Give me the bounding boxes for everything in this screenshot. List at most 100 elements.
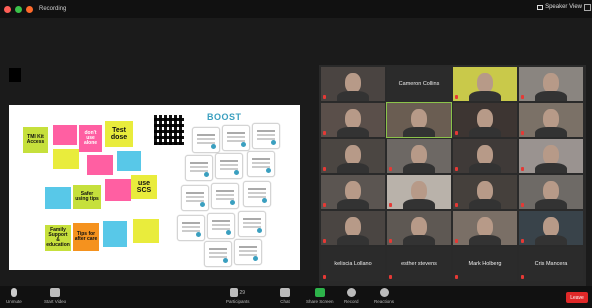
muted-mic-icon <box>389 167 392 171</box>
participant-face <box>543 73 559 93</box>
participant-body <box>469 127 501 137</box>
participant-body <box>469 199 501 209</box>
start-video-button[interactable]: Start Video <box>44 288 66 304</box>
record-icon <box>346 288 356 297</box>
muted-mic-icon <box>521 131 524 135</box>
participant-body <box>403 199 435 209</box>
sticky-note: Family Support & education <box>45 225 71 251</box>
chat-label: Chat <box>280 299 290 304</box>
sticky-note <box>53 125 77 145</box>
info-card <box>177 215 205 241</box>
participants-button[interactable]: 29 Participants <box>226 288 250 304</box>
participant-body <box>403 127 435 137</box>
sticky-note <box>45 187 71 209</box>
participant-body <box>469 163 501 173</box>
info-card <box>222 125 250 151</box>
participant-tile[interactable] <box>519 139 583 173</box>
participant-body <box>337 163 369 173</box>
participant-tile[interactable] <box>453 103 517 137</box>
muted-mic-icon <box>323 131 326 135</box>
reactions-button[interactable]: Reactions <box>374 288 394 304</box>
participant-tile[interactable] <box>453 139 517 173</box>
muted-mic-icon <box>455 275 458 279</box>
participant-tile[interactable] <box>387 211 451 245</box>
participant-body <box>469 235 501 245</box>
participant-tile[interactable] <box>453 211 517 245</box>
info-card <box>252 123 280 149</box>
start-video-label: Start Video <box>44 299 67 304</box>
participant-tile[interactable]: keliscia Lollano <box>321 247 385 281</box>
reactions-label: Reactions <box>374 299 395 304</box>
video-tile-blank[interactable] <box>9 68 21 82</box>
fullscreen-icon[interactable] <box>584 4 591 11</box>
participants-label: Participants <box>226 299 250 304</box>
info-card <box>211 183 239 209</box>
participant-tile[interactable] <box>387 139 451 173</box>
muted-mic-icon <box>455 239 458 243</box>
chat-bubble-icon <box>280 288 290 297</box>
participant-body <box>535 163 567 173</box>
unmute-button[interactable]: Unmute <box>6 288 22 304</box>
participant-tile[interactable] <box>453 175 517 209</box>
info-card <box>234 239 262 265</box>
chat-button[interactable]: Chat <box>280 288 290 304</box>
video-camera-icon <box>50 288 61 297</box>
participant-tile-active-speaker[interactable] <box>386 102 452 138</box>
sticky-note <box>53 149 79 169</box>
speaker-view-label: Speaker View <box>545 4 582 10</box>
record-button[interactable]: Record <box>344 288 359 304</box>
participant-tile[interactable] <box>519 175 583 209</box>
participant-tile[interactable]: Cameron Collins <box>387 67 451 101</box>
participant-tile[interactable] <box>321 103 385 137</box>
gallery-view: Cameron Collins keliscia Lollano esther … <box>319 65 586 289</box>
unmute-label: Unmute <box>6 299 22 304</box>
participant-face <box>411 109 427 129</box>
close-window-icon[interactable] <box>4 5 11 13</box>
participants-count: 29 <box>239 289 246 296</box>
participant-body <box>337 199 369 209</box>
participant-tile[interactable] <box>519 103 583 137</box>
participant-face <box>345 109 361 129</box>
participant-body <box>535 235 567 245</box>
participant-face <box>543 181 559 201</box>
participant-body <box>535 199 567 209</box>
participant-name: keliscia Lollano <box>334 261 372 267</box>
meeting-stage: TMI Kit Access don't use alone Test dose… <box>0 18 592 298</box>
meeting-toolbar: Unmute Start Video 29 Participants Chat … <box>0 286 592 308</box>
muted-mic-icon <box>521 95 524 99</box>
participant-face <box>477 181 493 201</box>
participant-tile[interactable] <box>387 175 451 209</box>
participant-tile[interactable] <box>453 67 517 101</box>
participant-tile[interactable] <box>519 67 583 101</box>
participant-tile[interactable] <box>519 211 583 245</box>
muted-mic-icon <box>455 203 458 207</box>
participant-name: Cris Mancera <box>534 261 568 267</box>
shared-screen: TMI Kit Access don't use alone Test dose… <box>9 105 300 270</box>
participant-name: esther stevens <box>401 261 437 267</box>
info-card <box>247 151 275 177</box>
speaker-view-button[interactable]: Speaker View <box>537 4 582 10</box>
participant-name: Cameron Collins <box>398 81 440 87</box>
participant-tile[interactable] <box>321 139 385 173</box>
participant-tile[interactable]: esther stevens <box>387 247 451 281</box>
share-screen-icon <box>314 288 325 297</box>
participant-tile[interactable] <box>321 67 385 101</box>
participant-tile[interactable]: Cris Mancera <box>519 247 583 281</box>
sticky-note: Tips for after care <box>73 223 99 251</box>
info-card <box>181 185 209 211</box>
participant-tile[interactable] <box>321 175 385 209</box>
share-screen-button[interactable]: Share Screen <box>306 288 334 304</box>
info-card <box>207 213 235 239</box>
participant-tile[interactable] <box>321 211 385 245</box>
leave-button[interactable]: Leave <box>566 292 588 303</box>
record-label: Record <box>344 299 359 304</box>
participant-name: Mark Holberg <box>468 261 502 267</box>
participant-tile[interactable]: Mark Holberg <box>453 247 517 281</box>
participant-face <box>345 217 361 237</box>
minimize-window-icon[interactable] <box>15 5 22 13</box>
muted-mic-icon <box>521 167 524 171</box>
sticky-note: don't use alone <box>79 125 102 152</box>
sticky-note <box>117 151 141 171</box>
info-card <box>215 153 243 179</box>
muted-mic-icon <box>323 275 326 279</box>
